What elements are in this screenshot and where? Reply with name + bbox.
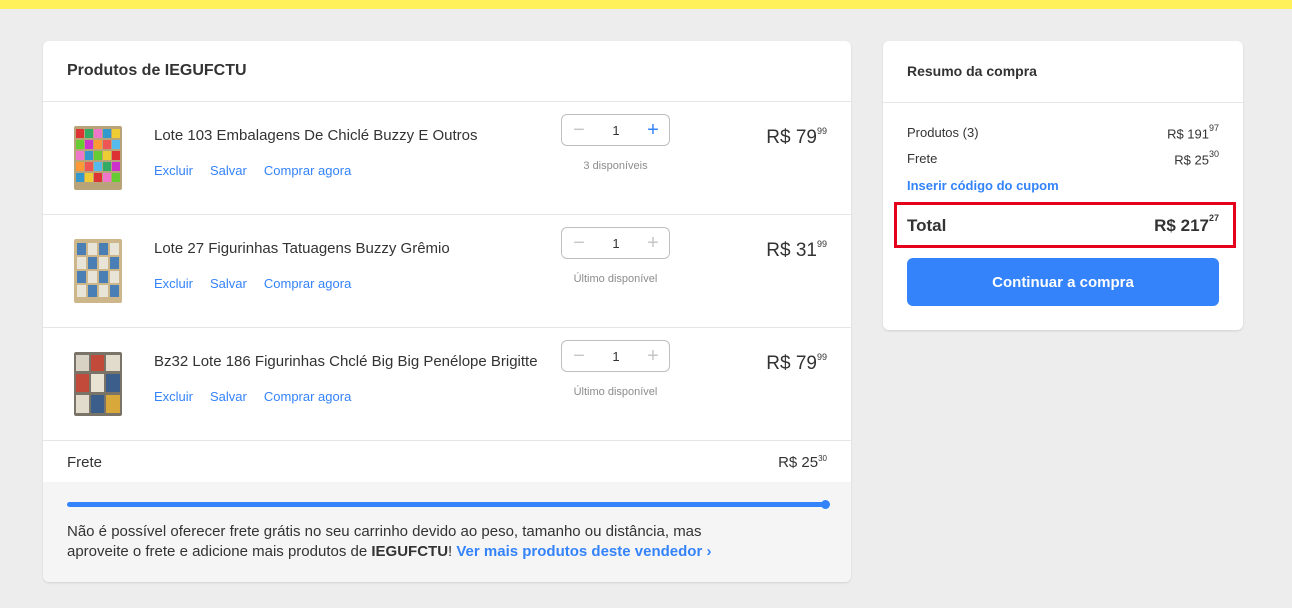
- shipping-progress-bar: [67, 500, 830, 509]
- availability-text: Último disponível: [573, 386, 658, 398]
- increase-quantity-button[interactable]: +: [644, 346, 662, 366]
- shipping-info-box: Não é possível oferecer frete grátis no …: [43, 482, 851, 582]
- buy-now-link[interactable]: Comprar agora: [264, 276, 351, 291]
- progress-end-dot: [821, 500, 830, 509]
- product-thumbnail[interactable]: [74, 239, 122, 303]
- price-cents: 99: [816, 238, 827, 249]
- product-thumbnail[interactable]: [74, 126, 122, 190]
- save-link[interactable]: Salvar: [210, 389, 247, 404]
- coupon-link[interactable]: Inserir código do cupom: [907, 178, 1059, 193]
- seller-name: IEGUFCTU: [371, 543, 449, 560]
- top-brand-bar: [0, 0, 1292, 9]
- product-thumbnail[interactable]: [74, 352, 122, 416]
- delete-link[interactable]: Excluir: [154, 389, 193, 404]
- quantity-value[interactable]: 1: [612, 349, 619, 364]
- save-link[interactable]: Salvar: [210, 276, 247, 291]
- total-value: R$ 21727: [1154, 213, 1219, 236]
- buy-now-link[interactable]: Comprar agora: [264, 163, 351, 178]
- summary-freight-row: Frete R$ 2530: [907, 149, 1219, 168]
- increase-quantity-button[interactable]: +: [644, 233, 662, 253]
- increase-quantity-button[interactable]: +: [644, 120, 662, 140]
- availability-text: Último disponível: [573, 273, 658, 285]
- continue-purchase-button[interactable]: Continuar a compra: [907, 258, 1219, 306]
- price-cents: 99: [816, 125, 827, 136]
- price-integer: R$ 79: [766, 127, 817, 148]
- products-integer: R$ 191: [1167, 126, 1209, 142]
- shipping-message: Não é possível oferecer frete grátis no …: [67, 522, 767, 562]
- delete-link[interactable]: Excluir: [154, 163, 193, 178]
- cart-item: Bz32 Lote 186 Figurinhas Chclé Big Big P…: [43, 328, 851, 441]
- cart-item: Lote 103 Embalagens De Chiclé Buzzy E Ou…: [43, 102, 851, 215]
- cart-heading: Produtos de IEGUFCTU: [43, 41, 851, 102]
- order-summary-panel: Resumo da compra Produtos (3) R$ 19197 F…: [883, 41, 1243, 330]
- freight-integer: R$ 25: [778, 454, 819, 471]
- summary-products-row: Produtos (3) R$ 19197: [907, 123, 1219, 142]
- delete-link[interactable]: Excluir: [154, 276, 193, 291]
- product-title[interactable]: Lote 27 Figurinhas Tatuagens Buzzy Grêmi…: [154, 240, 544, 257]
- item-actions: Excluir Salvar Comprar agora: [154, 163, 368, 178]
- total-integer: R$ 217: [1154, 216, 1209, 235]
- decrease-quantity-button[interactable]: −: [570, 233, 588, 253]
- item-price: R$ 7999: [766, 125, 827, 149]
- quantity-stepper: − 1 +: [561, 227, 670, 259]
- products-value: R$ 19197: [1167, 123, 1219, 142]
- quantity-value[interactable]: 1: [612, 123, 619, 138]
- total-highlight-box: Total R$ 21727: [894, 202, 1236, 248]
- availability-text: 3 disponíveis: [583, 160, 648, 172]
- item-price: R$ 7999: [766, 351, 827, 375]
- quantity-value[interactable]: 1: [612, 236, 619, 251]
- quantity-stepper: − 1 +: [561, 114, 670, 146]
- summary-freight-value: R$ 2530: [1174, 149, 1219, 168]
- total-label: Total: [907, 216, 947, 235]
- product-title[interactable]: Lote 103 Embalagens De Chiclé Buzzy E Ou…: [154, 127, 544, 144]
- price-cents: 99: [816, 351, 827, 362]
- price-integer: R$ 79: [766, 353, 817, 374]
- cart-panel: Produtos de IEGUFCTU Lote 103 Embalagens…: [43, 41, 851, 582]
- cart-item: Lote 27 Figurinhas Tatuagens Buzzy Grêmi…: [43, 215, 851, 328]
- summary-freight-label: Frete: [907, 151, 938, 166]
- freight-value: R$ 2530: [778, 454, 827, 471]
- summary-freight-cents: 30: [1208, 149, 1219, 159]
- shipping-message-exclamation: !: [448, 543, 453, 560]
- products-cents: 97: [1208, 123, 1219, 133]
- products-label: Produtos (3): [907, 125, 979, 140]
- decrease-quantity-button[interactable]: −: [570, 346, 588, 366]
- quantity-stepper: − 1 +: [561, 340, 670, 372]
- buy-now-link[interactable]: Comprar agora: [264, 389, 351, 404]
- summary-heading: Resumo da compra: [883, 41, 1243, 103]
- cart-freight-row: Frete R$ 2530: [43, 441, 851, 484]
- freight-cents: 30: [818, 454, 827, 463]
- price-integer: R$ 31: [766, 240, 817, 261]
- total-cents: 27: [1208, 213, 1219, 224]
- seller-products-link[interactable]: Ver mais produtos deste vendedor ›: [456, 543, 711, 560]
- item-actions: Excluir Salvar Comprar agora: [154, 276, 368, 291]
- save-link[interactable]: Salvar: [210, 163, 247, 178]
- item-actions: Excluir Salvar Comprar agora: [154, 389, 368, 404]
- freight-label: Frete: [67, 454, 103, 471]
- summary-freight-integer: R$ 25: [1174, 152, 1209, 168]
- decrease-quantity-button[interactable]: −: [570, 120, 588, 140]
- product-title[interactable]: Bz32 Lote 186 Figurinhas Chclé Big Big P…: [154, 353, 544, 370]
- item-price: R$ 3199: [766, 238, 827, 262]
